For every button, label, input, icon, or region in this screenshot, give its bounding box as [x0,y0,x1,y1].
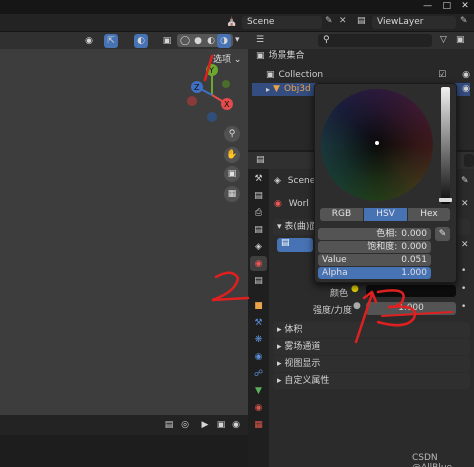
annotation-number-2 [211,271,250,302]
watermark: CSDN @AllBlue [412,453,474,467]
annotation-layer [203,54,453,344]
annotation-underline [381,311,453,317]
watermark-text: CSDN @AllBlue [412,453,452,467]
annotation-number-1 [203,54,214,82]
annotation-arrow [354,290,378,344]
annotation-number-3 [376,289,417,327]
